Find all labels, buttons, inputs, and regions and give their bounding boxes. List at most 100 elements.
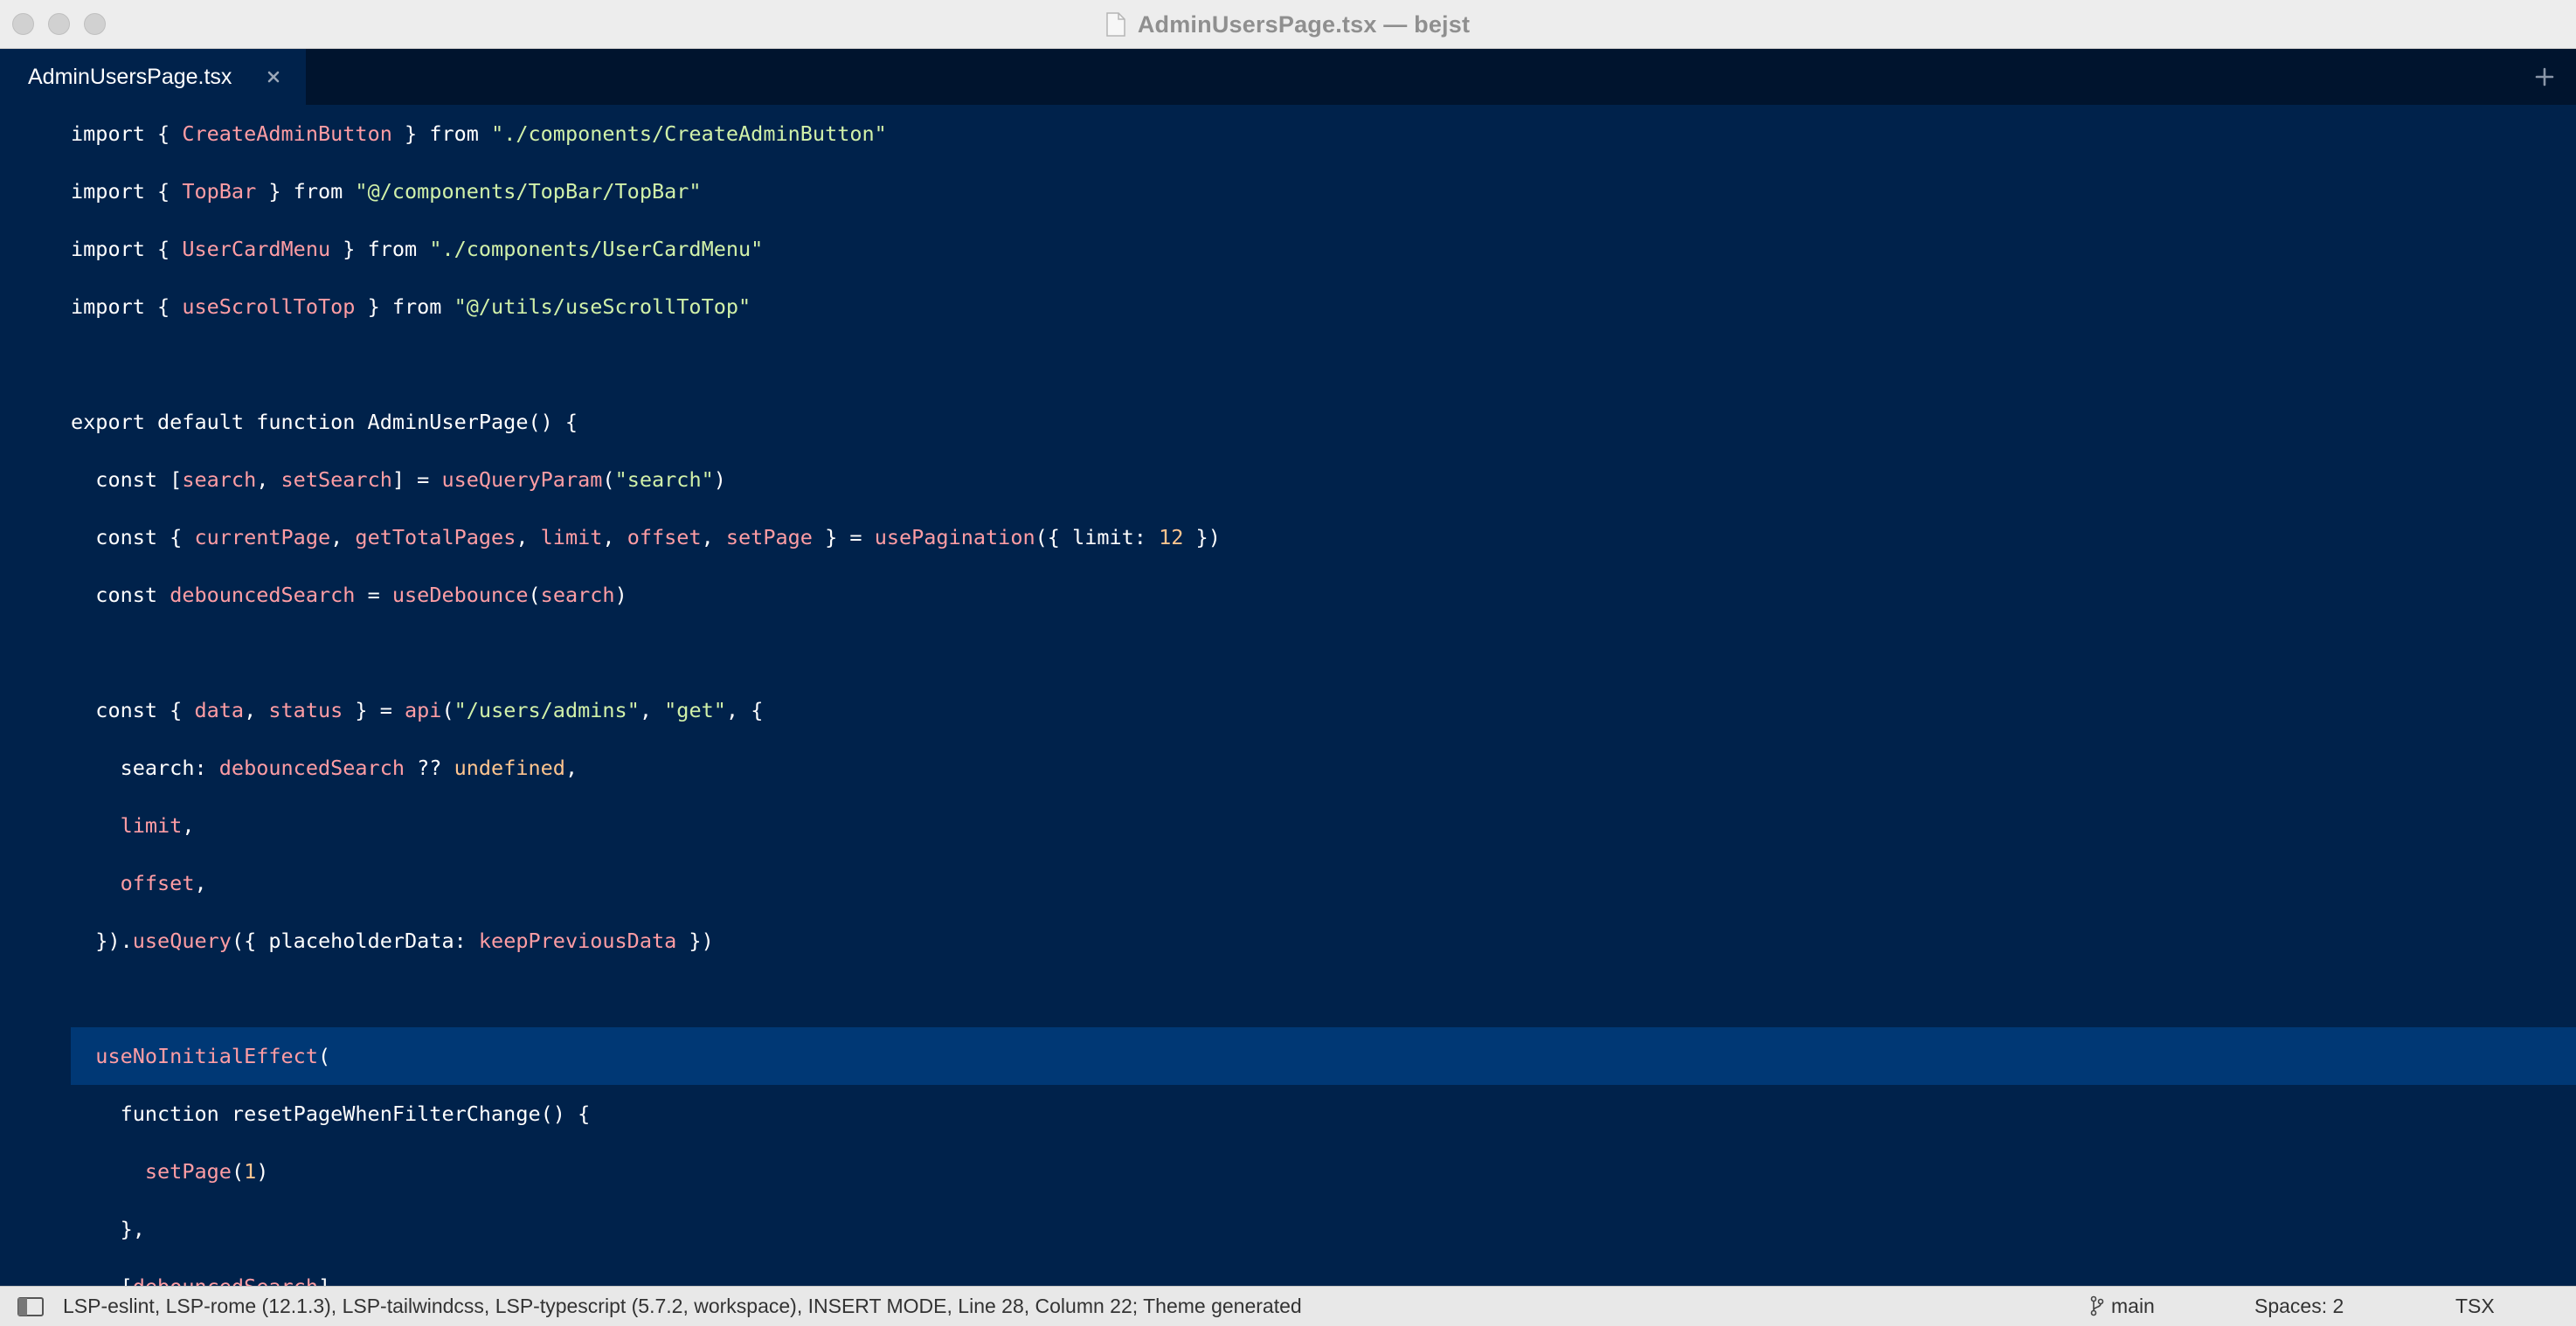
code-token: ({ limit: — [1035, 525, 1160, 549]
code-text: const { currentPage, getTotalPages, limi… — [71, 508, 1221, 566]
code-text: setPage(1) — [71, 1143, 269, 1200]
code-line[interactable]: const { currentPage, getTotalPages, limi… — [0, 508, 2576, 566]
status-bar: LSP-eslint, LSP-rome (12.1.3), LSP-tailw… — [0, 1286, 2576, 1326]
code-editor[interactable]: import { CreateAdminButton } from "./com… — [0, 105, 2576, 1286]
code-token: offset — [120, 871, 195, 895]
code-line[interactable]: const { data, status } = api("/users/adm… — [0, 681, 2576, 739]
code-line[interactable]: const [search, setSearch] = useQueryPara… — [0, 451, 2576, 508]
code-token: ( — [441, 698, 454, 722]
code-token: debouncedSearch — [170, 583, 356, 607]
code-token: }) — [1183, 525, 1221, 549]
code-token: const { — [71, 525, 195, 549]
syntax-selector[interactable]: TSX — [2455, 1287, 2495, 1325]
current-line-highlight — [71, 1027, 2576, 1085]
file-icon — [1106, 12, 1125, 37]
code-token: useDebounce — [391, 583, 529, 607]
code-token: } from — [256, 179, 356, 204]
code-line[interactable] — [0, 970, 2576, 1027]
code-token: search — [182, 467, 257, 492]
code-line[interactable]: [debouncedSearch] — [0, 1258, 2576, 1286]
code-token: keepPreviousData — [478, 929, 677, 953]
indentation-setting[interactable]: Spaces: 2 — [2254, 1287, 2344, 1325]
code-token: , — [639, 698, 665, 722]
code-token: usePagination — [874, 525, 1035, 549]
code-token: , { — [725, 698, 764, 722]
code-token: , — [516, 525, 541, 549]
code-token: offset — [627, 525, 702, 549]
code-token: search: — [71, 756, 219, 780]
git-branch[interactable]: main — [2090, 1287, 2155, 1325]
tab-label: AdminUsersPage.tsx — [28, 64, 232, 89]
code-text: useNoInitialEffect( — [71, 1027, 330, 1085]
code-token: ( — [528, 583, 541, 607]
code-text: }).useQuery({ placeholderData: keepPrevi… — [71, 912, 713, 970]
code-line[interactable] — [0, 335, 2576, 393]
code-line[interactable]: search: debouncedSearch ?? undefined, — [0, 739, 2576, 797]
code-text: offset, — [71, 854, 207, 912]
code-line[interactable]: }, — [0, 1200, 2576, 1258]
code-line[interactable]: import { useScrollToTop } from "@/utils/… — [0, 278, 2576, 335]
code-text: import { UserCardMenu } from "./componen… — [71, 220, 763, 278]
code-token: const { — [71, 698, 195, 722]
code-token: useNoInitialEffect — [95, 1044, 318, 1068]
code-token: , — [564, 756, 578, 780]
code-token: useScrollToTop — [182, 294, 356, 319]
code-token: import { — [71, 121, 183, 146]
window-title: AdminUsersPage.tsx — bejst — [1137, 10, 1471, 38]
code-token: "@/utils/useScrollToTop" — [454, 294, 751, 319]
code-token: setPage — [144, 1159, 232, 1184]
code-line[interactable]: const debouncedSearch = useDebounce(sear… — [0, 566, 2576, 624]
code-line[interactable]: function resetPageWhenFilterChange() { — [0, 1085, 2576, 1143]
close-icon[interactable] — [262, 66, 285, 88]
code-line-current[interactable]: useNoInitialEffect( — [0, 1027, 2576, 1085]
code-token: getTotalPages — [355, 525, 516, 549]
code-token: const — [71, 583, 170, 607]
code-token: } from — [355, 294, 454, 319]
code-token: limit — [540, 525, 603, 549]
code-line[interactable]: export default function AdminUserPage() … — [0, 393, 2576, 451]
code-token: undefined — [454, 756, 565, 780]
code-token: UserCardMenu — [182, 237, 331, 261]
code-line[interactable]: setPage(1) — [0, 1143, 2576, 1200]
code-line[interactable]: limit, — [0, 797, 2576, 854]
code-token: CreateAdminButton — [182, 121, 392, 146]
branch-name: main — [2111, 1295, 2155, 1317]
code-token: import { — [71, 294, 183, 319]
code-token: ?? — [405, 756, 454, 780]
code-token: "/users/admins" — [454, 698, 640, 722]
tab-admin-users-page[interactable]: AdminUsersPage.tsx — [0, 49, 306, 105]
code-token: "./components/UserCardMenu" — [429, 237, 764, 261]
code-token: ( — [231, 1159, 245, 1184]
code-token: import { — [71, 179, 183, 204]
code-line[interactable]: import { CreateAdminButton } from "./com… — [0, 105, 2576, 162]
code-text: [debouncedSearch] — [71, 1258, 331, 1286]
code-token: ({ placeholderData: — [231, 929, 479, 953]
code-token: currentPage — [194, 525, 331, 549]
code-text: const [search, setSearch] = useQueryPara… — [71, 451, 726, 508]
code-line[interactable]: }).useQuery({ placeholderData: keepPrevi… — [0, 912, 2576, 970]
plus-icon[interactable] — [2531, 63, 2559, 91]
sidebar-toggle-icon[interactable] — [17, 1297, 44, 1316]
code-token: , — [256, 467, 281, 492]
code-token: , — [330, 525, 356, 549]
code-line[interactable]: import { TopBar } from "@/components/Top… — [0, 162, 2576, 220]
code-line[interactable]: import { UserCardMenu } from "./componen… — [0, 220, 2576, 278]
code-token: setPage — [725, 525, 813, 549]
code-token: status — [268, 698, 343, 722]
code-token: useQueryParam — [441, 467, 603, 492]
code-token: ) — [713, 467, 726, 492]
code-token: , — [602, 525, 627, 549]
code-line[interactable]: offset, — [0, 854, 2576, 912]
code-token: ) — [256, 1159, 269, 1184]
code-token: = — [355, 583, 392, 607]
code-line[interactable] — [0, 624, 2576, 681]
code-token: data — [194, 698, 245, 722]
code-token: "./components/CreateAdminButton" — [491, 121, 887, 146]
code-token: "search" — [614, 467, 714, 492]
code-token: search — [540, 583, 615, 607]
code-token: , — [194, 871, 207, 895]
code-text: }, — [71, 1200, 145, 1258]
title-bar: AdminUsersPage.tsx — bejst — [0, 0, 2576, 49]
